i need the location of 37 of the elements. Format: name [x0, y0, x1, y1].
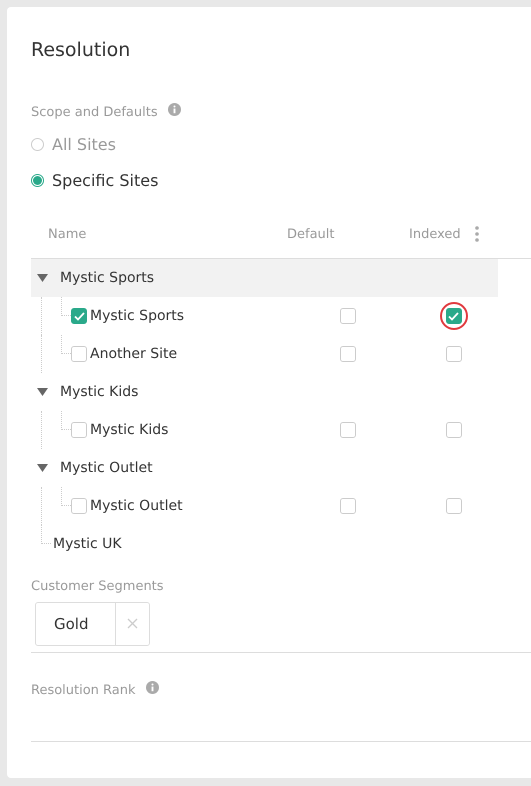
checkbox[interactable] [446, 308, 462, 324]
site-name: Mystic UK [53, 536, 122, 552]
field-label: Scope and Defaults [31, 105, 158, 120]
group-name: Mystic Kids [60, 384, 138, 400]
checkbox[interactable] [71, 308, 87, 324]
checkbox[interactable] [71, 498, 87, 514]
checkbox[interactable] [340, 346, 356, 362]
caret-icon[interactable] [37, 388, 48, 396]
radio-option[interactable]: Specific Sites [31, 162, 531, 198]
checkbox[interactable] [446, 422, 462, 438]
tag-label: Gold [36, 603, 116, 645]
close-icon [126, 618, 138, 629]
site-name: Mystic Outlet [90, 498, 183, 514]
caret-icon[interactable] [37, 464, 48, 472]
site-name: Mystic Sports [90, 308, 184, 324]
info-icon[interactable] [168, 103, 181, 116]
site-name: Mystic Kids [90, 422, 168, 438]
checkbox[interactable] [446, 346, 462, 362]
info-icon[interactable] [146, 681, 159, 694]
checkbox[interactable] [71, 422, 87, 438]
kebab-menu-icon[interactable] [474, 226, 479, 242]
column-header: Indexed [409, 226, 461, 242]
checkbox[interactable] [340, 498, 356, 514]
checkbox[interactable] [446, 498, 462, 514]
section-title: Resolution [31, 39, 132, 61]
field-label: Resolution Rank [31, 683, 136, 698]
caret-icon[interactable] [37, 274, 48, 282]
checkbox[interactable] [340, 308, 356, 324]
column-header: Default [287, 226, 334, 242]
column-header: Name [47, 226, 86, 242]
field-label: Customer Segments [31, 579, 164, 594]
checkbox[interactable] [71, 346, 87, 362]
group-row[interactable]: Mystic Sports [31, 259, 498, 297]
group-name: Mystic Sports [60, 270, 154, 286]
group-name: Mystic Outlet [60, 460, 153, 476]
site-name: Another Site [90, 346, 178, 362]
checkbox[interactable] [340, 422, 356, 438]
